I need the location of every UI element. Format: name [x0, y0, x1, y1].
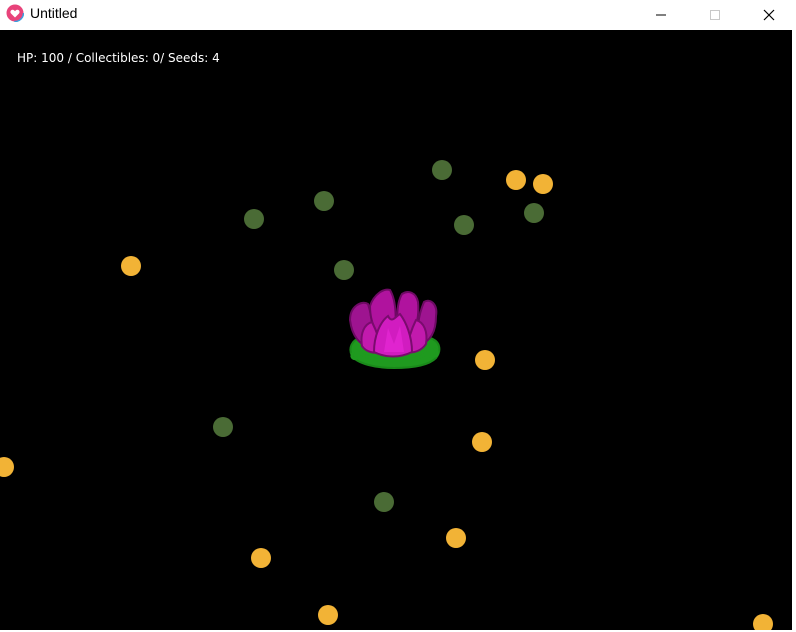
lotus-flower-player — [348, 288, 441, 370]
collectible-orb — [0, 457, 14, 477]
seed-orb — [524, 203, 544, 223]
close-button[interactable] — [746, 0, 792, 30]
collectible-orb — [506, 170, 526, 190]
collectible-orb — [251, 548, 271, 568]
collectible-orb — [533, 174, 553, 194]
collectible-orb — [472, 432, 492, 452]
game-canvas[interactable]: HP: 100 / Collectibles: 0/ Seeds: 4 — [0, 30, 792, 630]
title-bar: Untitled — [0, 0, 796, 30]
close-icon — [763, 9, 775, 21]
collectible-orb — [753, 614, 773, 630]
maximize-button[interactable] — [692, 0, 738, 30]
hud-status: HP: 100 / Collectibles: 0/ Seeds: 4 — [17, 51, 220, 65]
collectible-orb — [318, 605, 338, 625]
collectible-orb — [446, 528, 466, 548]
minimize-icon — [656, 14, 666, 16]
collectible-orb — [121, 256, 141, 276]
seed-orb — [374, 492, 394, 512]
window-title: Untitled — [30, 5, 78, 21]
seed-orb — [334, 260, 354, 280]
heart-app-icon — [6, 4, 24, 22]
seed-orb — [432, 160, 452, 180]
minimize-button[interactable] — [638, 0, 684, 30]
seed-orb — [213, 417, 233, 437]
seed-orb — [314, 191, 334, 211]
collectible-orb — [475, 350, 495, 370]
seed-orb — [244, 209, 264, 229]
game-window: Untitled HP: 100 / Collectibles: 0/ Seed… — [0, 0, 796, 632]
seed-orb — [454, 215, 474, 235]
maximize-icon — [710, 10, 720, 20]
